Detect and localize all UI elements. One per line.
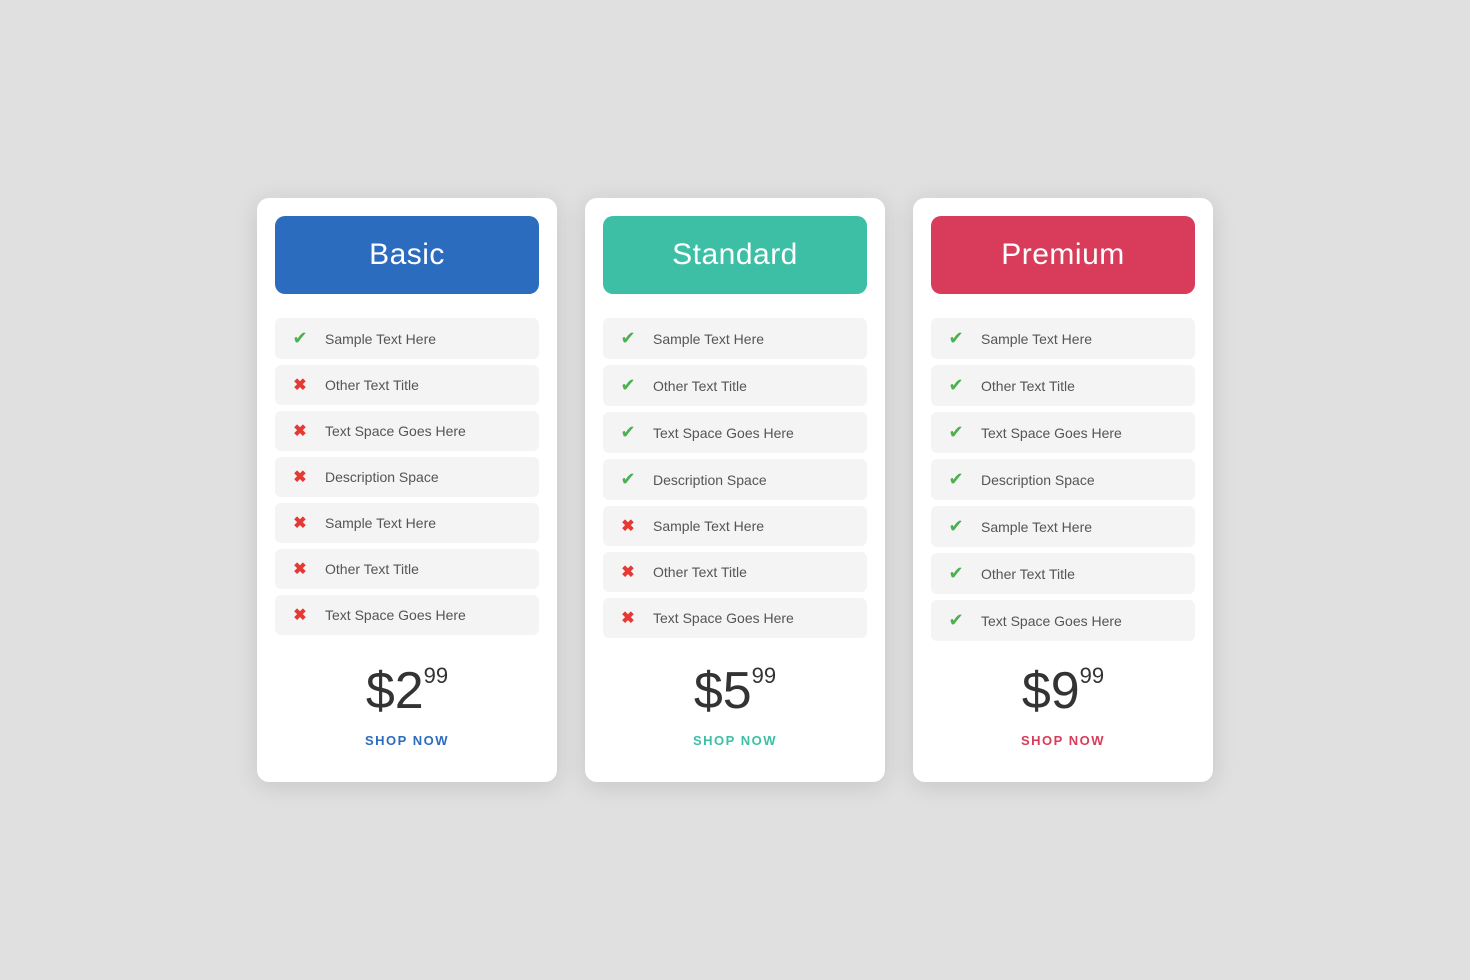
feature-text: Sample Text Here bbox=[325, 515, 436, 531]
list-item: ✖ Text Space Goes Here bbox=[275, 411, 539, 451]
feature-text: Text Space Goes Here bbox=[981, 613, 1122, 629]
list-item: ✖ Sample Text Here bbox=[275, 503, 539, 543]
list-item: ✔ Text Space Goes Here bbox=[931, 412, 1195, 453]
check-icon: ✔ bbox=[945, 422, 967, 443]
feature-text: Text Space Goes Here bbox=[325, 607, 466, 623]
pricing-card-standard: Standard ✔ Sample Text Here ✔ Other Text Tit… bbox=[585, 198, 885, 782]
list-item: ✖ Text Space Goes Here bbox=[603, 598, 867, 638]
pricing-container: Basic✔Sample Text Here✖Other Text Title✖… bbox=[217, 138, 1253, 842]
list-item: ✔ Sample Text Here bbox=[275, 318, 539, 359]
feature-text: Text Space Goes Here bbox=[653, 425, 794, 441]
feature-text: Other Text Title bbox=[325, 377, 419, 393]
check-icon: ✔ bbox=[945, 328, 967, 349]
premium-title: Premium bbox=[931, 238, 1195, 272]
standard-price-cents: 99 bbox=[752, 665, 776, 687]
list-item: ✖ Description Space bbox=[275, 457, 539, 497]
check-icon: ✔ bbox=[945, 469, 967, 490]
list-item: ✔ Text Space Goes Here bbox=[931, 600, 1195, 641]
list-item: ✔ Other Text Title bbox=[931, 365, 1195, 406]
standard-header: Standard bbox=[603, 216, 867, 294]
list-item: ✔ Sample Text Here bbox=[931, 318, 1195, 359]
cross-icon: ✖ bbox=[617, 562, 639, 582]
list-item: ✖ Text Space Goes Here bbox=[275, 595, 539, 635]
list-item: ✔ Sample Text Here bbox=[931, 506, 1195, 547]
premium-price-section: $999 SHOP NOW bbox=[913, 665, 1213, 752]
premium-price-cents: 99 bbox=[1080, 665, 1104, 687]
feature-text: Other Text Title bbox=[653, 378, 747, 394]
cross-icon: ✖ bbox=[289, 513, 311, 533]
feature-text: Text Space Goes Here bbox=[325, 423, 466, 439]
feature-text: Other Text Title bbox=[325, 561, 419, 577]
feature-text: Sample Text Here bbox=[981, 519, 1092, 535]
basic-price-main: $2 bbox=[366, 665, 424, 717]
basic-price-wrapper: $299 bbox=[275, 665, 539, 717]
check-icon: ✔ bbox=[617, 328, 639, 349]
standard-price-wrapper: $599 bbox=[603, 665, 867, 717]
feature-text: Sample Text Here bbox=[325, 331, 436, 347]
cross-icon: ✖ bbox=[289, 375, 311, 395]
basic-price-cents: 99 bbox=[424, 665, 448, 687]
check-icon: ✔ bbox=[617, 422, 639, 443]
list-item: ✔ Description Space bbox=[931, 459, 1195, 500]
check-icon: ✔ bbox=[945, 516, 967, 537]
feature-text: Text Space Goes Here bbox=[653, 610, 794, 626]
cross-icon: ✖ bbox=[289, 421, 311, 441]
list-item: ✔ Text Space Goes Here bbox=[603, 412, 867, 453]
basic-price-section: $299 SHOP NOW bbox=[257, 665, 557, 752]
basic-shop-now-button[interactable]: SHOP NOW bbox=[365, 729, 449, 752]
basic-header: Basic bbox=[275, 216, 539, 294]
feature-text: Sample Text Here bbox=[653, 331, 764, 347]
list-item: ✖ Other Text Title bbox=[603, 552, 867, 592]
feature-text: Text Space Goes Here bbox=[981, 425, 1122, 441]
feature-text: Other Text Title bbox=[981, 378, 1075, 394]
premium-features-list: ✔ Sample Text Here ✔ Other Text Title ✔ Text … bbox=[913, 318, 1213, 641]
cross-icon: ✖ bbox=[617, 516, 639, 536]
basic-title: Basic bbox=[275, 238, 539, 272]
feature-text: Description Space bbox=[325, 469, 439, 485]
premium-header: Premium bbox=[931, 216, 1195, 294]
feature-text: Description Space bbox=[981, 472, 1095, 488]
list-item: ✔ Description Space bbox=[603, 459, 867, 500]
cross-icon: ✖ bbox=[289, 467, 311, 487]
check-icon: ✔ bbox=[945, 375, 967, 396]
check-icon: ✔ bbox=[289, 328, 311, 349]
feature-text: Sample Text Here bbox=[653, 518, 764, 534]
premium-price-wrapper: $999 bbox=[931, 665, 1195, 717]
premium-shop-now-button[interactable]: SHOP NOW bbox=[1021, 729, 1105, 752]
list-item: ✔ Other Text Title bbox=[603, 365, 867, 406]
feature-text: Other Text Title bbox=[981, 566, 1075, 582]
standard-shop-now-button[interactable]: SHOP NOW bbox=[693, 729, 777, 752]
list-item: ✖ Other Text Title bbox=[275, 365, 539, 405]
standard-features-list: ✔ Sample Text Here ✔ Other Text Title ✔ Text … bbox=[585, 318, 885, 641]
pricing-card-premium: Premium ✔ Sample Text Here ✔ Other Text Titl… bbox=[913, 198, 1213, 782]
list-item: ✖ Sample Text Here bbox=[603, 506, 867, 546]
check-icon: ✔ bbox=[945, 610, 967, 631]
feature-text: Other Text Title bbox=[653, 564, 747, 580]
basic-features-list: ✔ Sample Text Here ✖ Other Text Title ✖ Text … bbox=[257, 318, 557, 641]
feature-text: Description Space bbox=[653, 472, 767, 488]
standard-price-main: $5 bbox=[694, 665, 752, 717]
cross-icon: ✖ bbox=[617, 608, 639, 628]
check-icon: ✔ bbox=[945, 563, 967, 584]
cross-icon: ✖ bbox=[289, 605, 311, 625]
premium-price-main: $9 bbox=[1022, 665, 1080, 717]
list-item: ✔ Sample Text Here bbox=[603, 318, 867, 359]
standard-title: Standard bbox=[603, 238, 867, 272]
list-item: ✖ Other Text Title bbox=[275, 549, 539, 589]
pricing-card-basic: Basic✔Sample Text Here✖Other Text Title✖… bbox=[257, 198, 557, 782]
cross-icon: ✖ bbox=[289, 559, 311, 579]
standard-price-section: $599 SHOP NOW bbox=[585, 665, 885, 752]
check-icon: ✔ bbox=[617, 469, 639, 490]
check-icon: ✔ bbox=[617, 375, 639, 396]
list-item: ✔ Other Text Title bbox=[931, 553, 1195, 594]
feature-text: Sample Text Here bbox=[981, 331, 1092, 347]
